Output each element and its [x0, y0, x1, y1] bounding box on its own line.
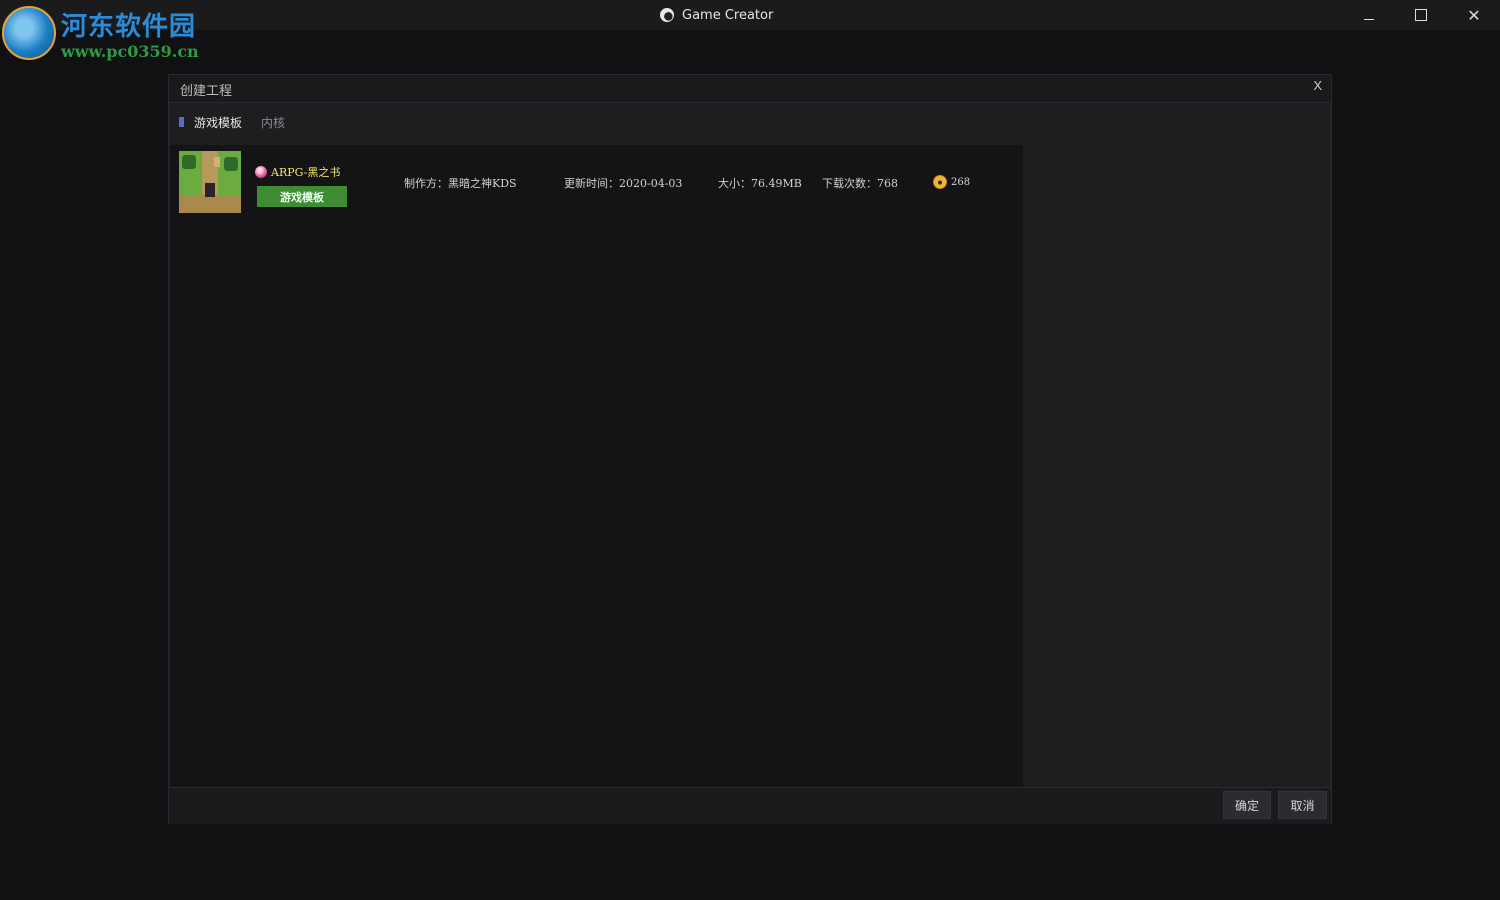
- dialog-close-button[interactable]: X: [1313, 78, 1322, 93]
- template-thumbnail: [179, 151, 241, 213]
- dialog-title: 创建工程: [180, 84, 233, 99]
- category-tabs: 游戏模板 内核: [179, 114, 304, 130]
- item-downloads: 下载次数：768: [822, 177, 898, 190]
- coin-count: 268: [951, 176, 971, 188]
- dialog-header: 创建工程 X: [169, 75, 1331, 103]
- minimize-button[interactable]: [1343, 0, 1395, 30]
- cancel-button[interactable]: 取消: [1278, 791, 1327, 819]
- app-logo-icon: [660, 8, 674, 22]
- gem-icon: [255, 166, 267, 178]
- watermark-url: www.pc0359.cn: [61, 42, 199, 61]
- app-title: Game Creator: [660, 7, 773, 23]
- tab-kernel[interactable]: 内核: [261, 114, 285, 131]
- template-type-badge: 游戏模板: [257, 186, 347, 207]
- maximize-button[interactable]: [1395, 0, 1447, 30]
- item-size: 大小：76.49MB: [718, 177, 802, 190]
- template-list: ARPG-黑之书 游戏模板 制作方：黑暗之神KDS 更新时间：2020-04-0…: [170, 145, 1023, 787]
- list-item[interactable]: ARPG-黑之书 游戏模板 制作方：黑暗之神KDS 更新时间：2020-04-0…: [179, 151, 1009, 213]
- detail-panel: [1025, 145, 1331, 787]
- item-name: ARPG-黑之书: [271, 166, 341, 179]
- tab-game-template[interactable]: 游戏模板: [194, 114, 242, 131]
- dialog-footer: 确定 取消: [169, 787, 1331, 824]
- item-updated: 更新时间：2020-04-03: [564, 177, 683, 190]
- item-author: 制作方：黑暗之神KDS: [404, 177, 517, 190]
- active-tab-marker: [179, 117, 184, 127]
- item-coins: 268: [933, 175, 970, 189]
- watermark-logo-icon: [2, 6, 56, 60]
- window-title-text: Game Creator: [682, 7, 774, 23]
- ok-button[interactable]: 确定: [1223, 791, 1271, 819]
- close-icon: ✕: [1467, 5, 1481, 25]
- minimize-icon: [1364, 18, 1374, 20]
- watermark-site-name: 河东软件园: [61, 12, 197, 42]
- item-title: ARPG-黑之书: [255, 164, 340, 180]
- maximize-icon: [1415, 9, 1427, 21]
- window-close-button[interactable]: ✕: [1448, 0, 1500, 30]
- title-bar: Game Creator ✕: [0, 0, 1500, 30]
- create-project-dialog: 创建工程 X 游戏模板 内核 ARPG-黑之书 游戏模板 制作方：黑暗之神KDS…: [168, 74, 1332, 824]
- coin-icon: [933, 175, 947, 189]
